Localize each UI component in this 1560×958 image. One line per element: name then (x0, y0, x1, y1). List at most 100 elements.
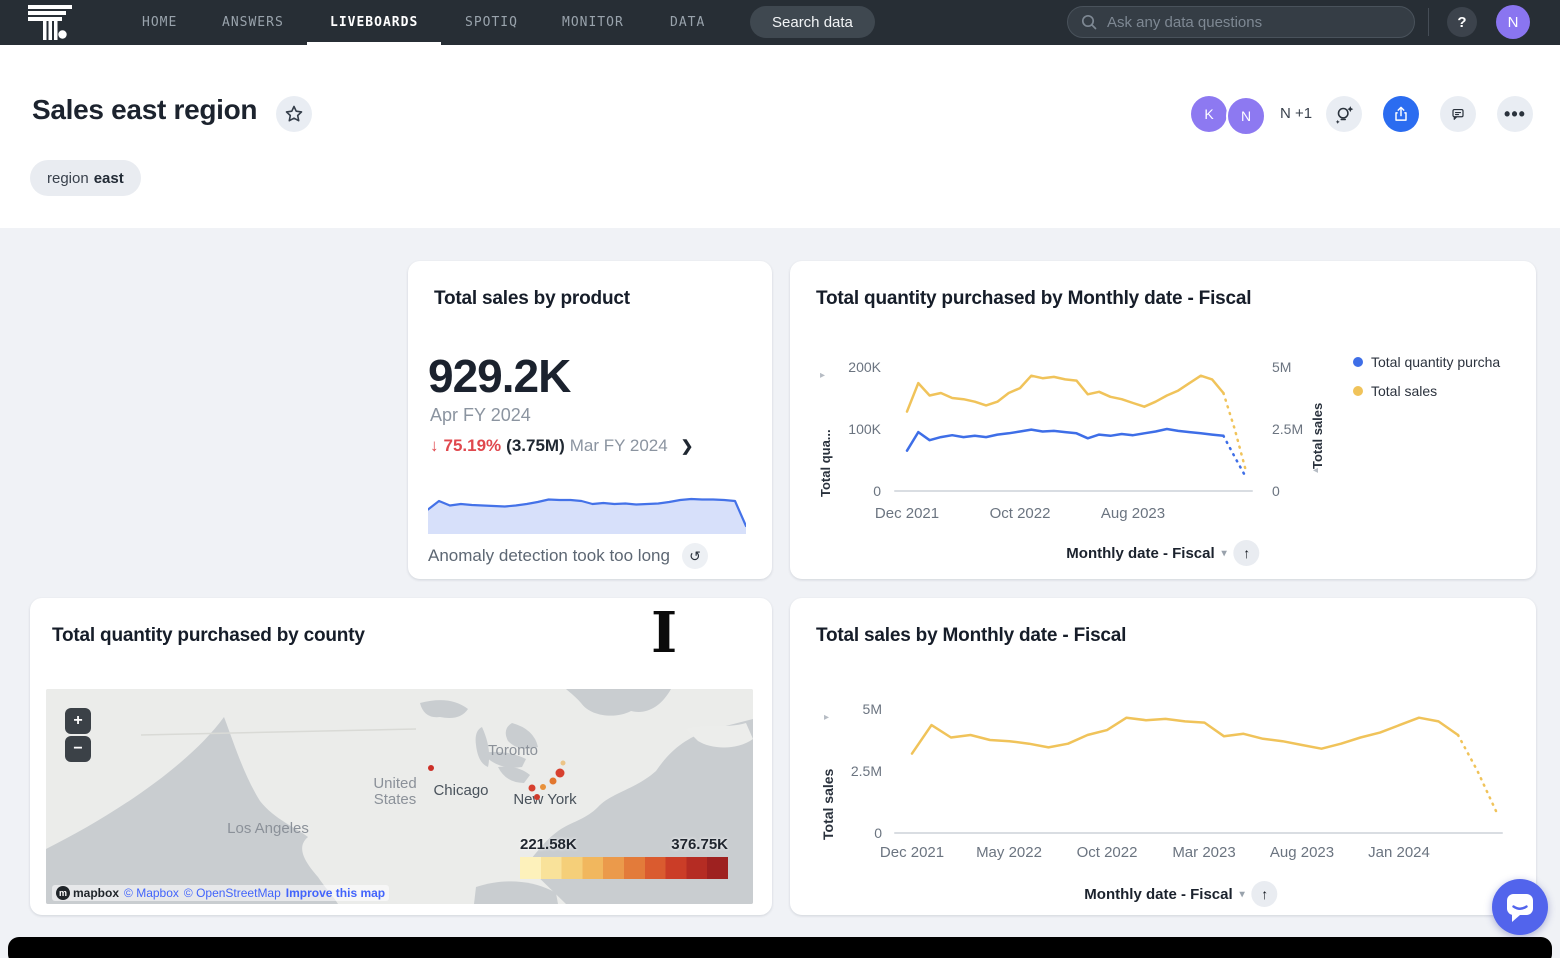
y-axis-title: Total sales (820, 728, 836, 840)
share-upload-icon (1391, 104, 1411, 124)
y-right-tick: 5M (1272, 359, 1291, 375)
viz-title[interactable]: Total quantity purchased by county (52, 625, 365, 647)
map-zoom-in-button[interactable]: + (65, 708, 91, 734)
x-axis-label: Monthly date - Fiscal (1066, 545, 1214, 562)
mapbox-link[interactable]: © Mapbox (124, 886, 179, 900)
x-tick: Oct 2022 (978, 505, 1062, 522)
sort-ascending-button[interactable]: ↑ (1234, 540, 1260, 566)
axis-pan-right-icon[interactable]: ▸ (824, 712, 829, 723)
comment-button[interactable] (1440, 96, 1476, 132)
axis-pan-right-icon[interactable]: ▸ (820, 370, 825, 381)
improve-map-link[interactable]: Improve this map (286, 886, 385, 900)
map-point[interactable] (540, 784, 546, 790)
legend-label: Total sales (1371, 383, 1437, 399)
viz-title[interactable]: Total sales by product (434, 288, 630, 310)
retry-icon[interactable]: ↺ (682, 543, 708, 569)
liveboard-page: HOME ANSWERS LIVEBOARDS SPOTIQ MONITOR D… (0, 0, 1560, 958)
axis-pan-left-icon[interactable]: ◂ (1313, 465, 1318, 476)
chat-widget-button[interactable] (1492, 879, 1548, 935)
map-label-line: States (373, 792, 416, 808)
search-data-button[interactable]: Search data (750, 6, 875, 38)
mapbox-logo-icon: m (56, 886, 70, 900)
y-right-tick: 0 (1272, 483, 1280, 499)
nav-divider (1428, 8, 1429, 36)
map-point[interactable] (428, 765, 434, 771)
share-button[interactable] (1383, 96, 1419, 132)
map-zoom-out-button[interactable]: − (65, 736, 91, 762)
chevron-down-icon[interactable]: ▾ (1240, 889, 1245, 900)
chat-bubble-icon (1492, 879, 1548, 935)
user-avatar[interactable]: N (1496, 5, 1530, 39)
y-right-tick: 2.5M (1272, 421, 1303, 437)
collaborator-avatar-n[interactable]: N (1226, 96, 1266, 136)
collaborator-overflow[interactable]: N +1 (1280, 105, 1312, 122)
x-tick: Jan 2024 (1357, 844, 1441, 861)
legend-item-quantity[interactable]: Total quantity purcha (1353, 354, 1500, 370)
map-point[interactable] (534, 794, 540, 800)
viz-title[interactable]: Total quantity purchased by Monthly date… (816, 288, 1251, 310)
map-label-toronto: Toronto (488, 743, 538, 759)
filter-chip-region[interactable]: region east (30, 160, 141, 196)
comment-icon (1448, 104, 1468, 124)
chevron-right-icon[interactable]: ❯ (681, 437, 694, 455)
y-left-tick: 200K (821, 359, 881, 375)
nav-item-spotiq[interactable]: SPOTIQ (465, 0, 518, 42)
color-scale-min: 221.58K (520, 836, 577, 853)
ask-question-field[interactable] (1067, 6, 1415, 38)
mapbox-logo[interactable]: m mapbox (56, 886, 119, 900)
map-label-new-york: New York (513, 792, 576, 808)
x-axis-label-control[interactable]: Monthly date - Fiscal ▾ ↑ (1066, 540, 1259, 566)
chevron-down-icon[interactable]: ▾ (1222, 548, 1227, 559)
page-title: Sales east region (32, 94, 257, 126)
x-tick: Oct 2022 (1065, 844, 1149, 861)
map-label-line: United (373, 776, 416, 792)
x-tick: Aug 2023 (1260, 844, 1344, 861)
x-axis-label-control[interactable]: Monthly date - Fiscal ▾ ↑ (1084, 881, 1277, 907)
x-tick: May 2022 (967, 844, 1051, 861)
more-options-button[interactable]: ••• (1497, 96, 1533, 132)
filter-chip-name: region (47, 170, 89, 187)
y-tick: 5M (822, 701, 882, 717)
choropleth-map[interactable]: + − Toronto Chicago United States New Yo… (46, 689, 753, 904)
bottom-black-bar (8, 937, 1552, 958)
map-point[interactable] (560, 760, 565, 765)
map-label-united-states: United States (373, 776, 416, 808)
anomaly-status-text: Anomaly detection took too long (428, 546, 670, 566)
viz-title[interactable]: Total sales by Monthly date - Fiscal (816, 625, 1126, 647)
x-tick: Dec 2021 (870, 844, 954, 861)
change-compare-period: Mar FY 2024 (570, 436, 668, 456)
sort-ascending-button[interactable]: ↑ (1252, 881, 1278, 907)
map-point[interactable] (549, 778, 556, 785)
map-label-chicago: Chicago (433, 783, 488, 799)
osm-link[interactable]: © OpenStreetMap (184, 886, 281, 900)
search-data-label: Search data (772, 14, 853, 31)
map-attribution: m mapbox © Mapbox © OpenStreetMap Improv… (52, 885, 389, 901)
spotiq-insights-button[interactable] (1326, 96, 1362, 132)
chart-card-qty-and-sales-by-month: Total quantity purchased by Monthly date… (790, 261, 1536, 579)
y-right-axis-title: Total sales (1310, 379, 1325, 469)
ask-question-input[interactable] (1105, 13, 1379, 32)
kpi-period: Apr FY 2024 (430, 405, 531, 426)
nav-item-monitor[interactable]: MONITOR (562, 0, 624, 42)
color-scale-max: 376.75K (646, 836, 728, 853)
nav-item-liveboards[interactable]: LIVEBOARDS (307, 0, 441, 45)
change-down-arrow-icon: ↓ (430, 436, 439, 456)
map-point[interactable] (528, 784, 535, 791)
nav-item-answers[interactable]: ANSWERS (222, 0, 284, 42)
nav-item-home[interactable]: HOME (142, 0, 177, 42)
legend-item-sales[interactable]: Total sales (1353, 383, 1437, 399)
collaborator-avatar-k[interactable]: K (1191, 96, 1227, 132)
kpi-card-total-sales-by-product: Total sales by product 929.2K Apr FY 202… (408, 261, 772, 579)
legend-label: Total quantity purcha (1371, 354, 1500, 370)
x-tick: Dec 2021 (865, 505, 949, 522)
anomaly-status-row: Anomaly detection took too long ↺ (428, 543, 708, 569)
map-label-los-angeles: Los Angeles (227, 821, 309, 837)
x-tick: Aug 2023 (1091, 505, 1175, 522)
map-point[interactable] (555, 769, 564, 778)
map-card-qty-by-county: Total quantity purchased by county (30, 598, 772, 915)
thoughtspot-logo-icon[interactable] (28, 4, 72, 40)
nav-item-data[interactable]: DATA (670, 0, 705, 42)
favorite-button[interactable] (276, 96, 312, 132)
help-button[interactable]: ? (1447, 7, 1477, 37)
legend-dot-icon (1353, 386, 1363, 396)
